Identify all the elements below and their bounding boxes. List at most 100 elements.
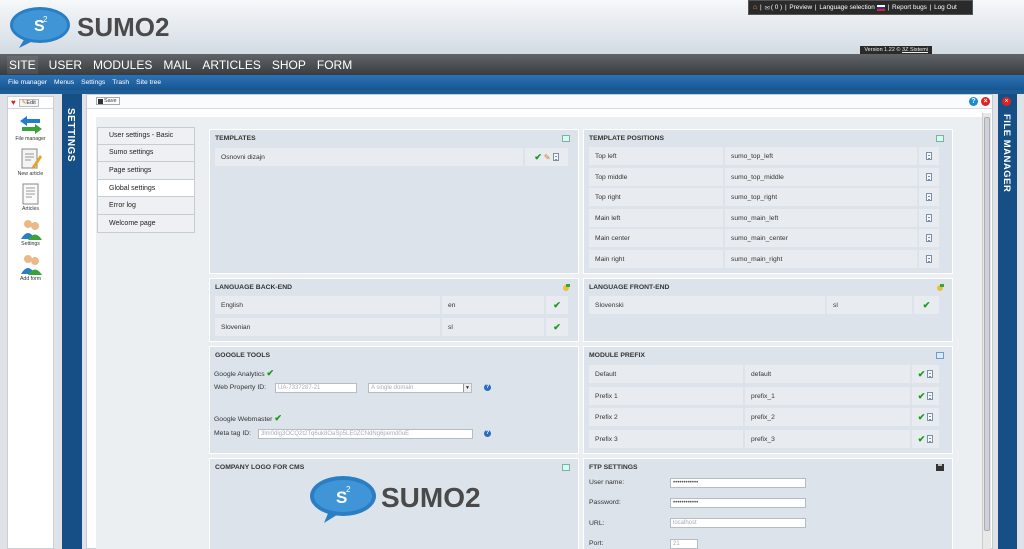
add-template-icon[interactable] [562,135,570,142]
scrollbar[interactable] [982,113,991,549]
ftp-settings-title: FTP SETTINGS [589,464,638,471]
meta-tag-input[interactable]: 3lm0dig3OCQ2t2Tq6uk8OaSp5LE0ZCNdNg6pemd0… [258,429,473,439]
prefix-value: prefix_2 [745,408,910,426]
check-icon[interactable]: ✔ [918,391,926,402]
add-language-icon[interactable] [936,284,944,291]
module-prefix-panel: MODULE PREFIX Default default ✔ Prefix 1 pr… [583,346,953,454]
prefix-value: prefix_3 [745,430,910,448]
ftp-password-input[interactable]: •••••••••••• [670,498,806,508]
language-selection-link[interactable]: Language selection [819,4,874,11]
close-icon[interactable]: × [981,97,990,106]
check-icon[interactable]: ✔ [534,152,542,163]
position-row: Main center sumo_main_center [589,229,939,247]
report-bugs-link[interactable]: Report bugs [892,4,927,11]
sumo2-logo[interactable]: S 2 SUMO2 [7,4,177,49]
document-icon[interactable] [926,152,932,160]
subnav-site-tree[interactable]: Site tree [136,79,161,86]
home-icon[interactable]: ⌂ [753,4,757,11]
app-header: S 2 SUMO2 ⌂ | ✉ ( 0 ) | Preview | Langua… [0,0,1024,54]
save-button[interactable]: Save [96,97,120,105]
prefix-value: default [745,365,910,383]
tool-settings[interactable]: Settings [8,217,53,247]
subnav-menus[interactable]: Menus [54,79,74,86]
prefix-name: Prefix 3 [589,430,743,448]
web-property-input[interactable]: UA-7337287-21 [275,383,357,393]
google-tools-title: GOOGLE TOOLS [215,352,271,359]
document-icon[interactable] [926,214,932,222]
template-positions-title: TEMPLATE POSITIONS [589,135,665,142]
ftp-port-input[interactable]: 21 [670,539,698,549]
logout-link[interactable]: Log Out [934,4,957,11]
help-icon[interactable]: ? [484,384,491,391]
nav-user[interactable]: USER [49,58,82,72]
scrollbar-thumb[interactable] [984,117,990,531]
nav-shop[interactable]: SHOP [272,58,306,72]
document-icon[interactable] [926,173,932,181]
edit-icon[interactable]: ✎ [544,153,551,162]
company-link[interactable]: 3Z Sistemi [902,47,928,53]
nav-articles[interactable]: ARTICLES [202,58,260,72]
subnav-file-manager[interactable]: File manager [8,79,47,86]
web-property-label: Web Property ID: [214,384,267,391]
file-manager-sidebar-tab[interactable]: FILE MANAGER [998,94,1017,549]
menu-error-log[interactable]: Error log [97,197,195,215]
help-icon[interactable]: ? [969,97,978,106]
position-value: sumo_top_left [725,147,917,165]
menu-user-settings-basic[interactable]: User settings - Basic [97,127,195,145]
document-icon[interactable] [927,392,934,400]
nav-site[interactable]: SITE [7,55,38,74]
document-icon[interactable] [927,435,934,443]
check-icon[interactable]: ✔ [274,413,282,423]
settings-sidebar-tab[interactable]: SETTINGS [62,94,82,549]
position-row: Top middle sumo_top_middle [589,168,939,186]
domain-select[interactable]: A single domain ▼ [368,383,472,393]
meta-tag-label: Meta tag ID: [214,430,252,437]
flag-icon[interactable] [876,4,885,11]
tool-new-article[interactable]: New article [8,147,53,177]
upload-image-icon[interactable] [562,464,570,471]
messages-icon[interactable]: ✉ [764,4,769,12]
check-icon[interactable]: ✔ [553,300,561,311]
check-icon[interactable]: ✔ [267,368,275,378]
menu-global-settings[interactable]: Global settings [97,179,195,198]
subnav-settings[interactable]: Settings [81,79,105,86]
templates-title: TEMPLATES [215,135,256,142]
menu-welcome-page[interactable]: Welcome page [97,214,195,233]
ftp-username-input[interactable]: •••••••••••• [670,478,806,488]
add-form-icon [20,255,42,275]
ftp-url-input[interactable]: localhost [670,518,806,528]
add-prefix-icon[interactable] [936,352,944,359]
nav-form[interactable]: FORM [317,58,352,72]
check-icon[interactable]: ✔ [918,434,926,445]
check-icon[interactable]: ✔ [553,322,561,333]
heart-icon[interactable]: ♥ [11,98,16,107]
tool-file-manager[interactable]: File manager [8,114,53,142]
add-language-icon[interactable] [562,284,570,291]
subnav-trash[interactable]: Trash [112,79,129,86]
template-positions-panel: TEMPLATE POSITIONS Top left sumo_top_left… [583,129,953,274]
add-position-icon[interactable] [936,135,944,142]
check-icon[interactable]: ✔ [923,300,931,311]
main-nav: SITE USER MODULES MAIL ARTICLES SHOP FOR… [0,54,1024,75]
tool-add-form[interactable]: Add form [8,252,53,282]
document-icon[interactable] [926,234,932,242]
menu-page-settings[interactable]: Page settings [97,162,195,180]
check-icon[interactable]: ✔ [918,412,926,423]
nav-mail[interactable]: MAIL [163,58,191,72]
document-icon[interactable] [927,413,934,421]
check-icon[interactable]: ✔ [918,369,926,380]
messages-count[interactable]: ( 0 ) [771,4,782,11]
preview-link[interactable]: Preview [789,4,812,11]
tool-articles[interactable]: Articles [8,182,53,212]
document-icon[interactable] [926,255,932,263]
document-icon[interactable] [926,193,932,201]
help-icon[interactable]: ? [484,430,491,437]
document-icon[interactable] [552,153,559,161]
menu-sumo-settings[interactable]: Sumo settings [97,144,195,163]
save-icon[interactable] [936,464,944,471]
nav-modules[interactable]: MODULES [93,58,152,72]
language-row: Slovenski sl ✔ [589,296,939,314]
document-icon[interactable] [927,370,934,378]
file-manager-close-icon[interactable]: × [1002,97,1011,106]
edit-button[interactable]: ✎Edit [18,98,39,107]
